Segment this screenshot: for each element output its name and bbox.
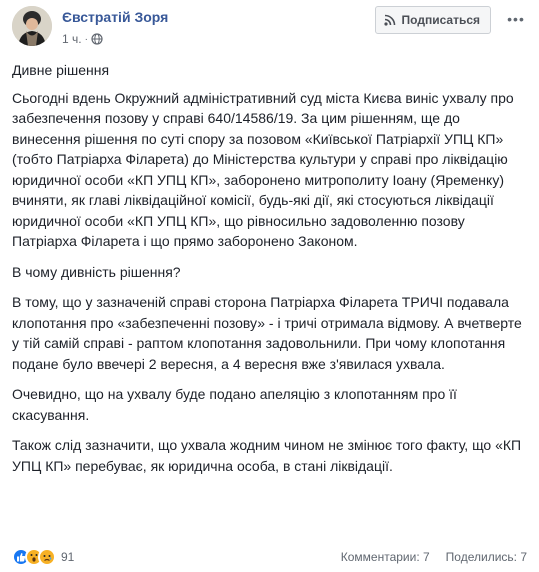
- rss-icon: [383, 14, 395, 26]
- post-paragraph: Очевидно, що на ухвалу буде подано апеля…: [12, 386, 457, 423]
- engagement-stats: Комментарии: 7 Поделились: 7: [341, 550, 527, 564]
- post-paragraph: В чому дивність рішення?: [12, 263, 181, 280]
- post-meta: 1 ч. ·: [62, 32, 103, 46]
- avatar[interactable]: [12, 6, 52, 46]
- subscribe-label: Подписаться: [401, 13, 480, 27]
- reactions-count[interactable]: 91: [61, 550, 74, 564]
- post-header: Євстратій Зоря 1 ч. · Подписаться •••: [12, 6, 527, 54]
- comments-count-link[interactable]: Комментарии: 7: [341, 550, 430, 564]
- post-footer: 91 Комментарии: 7 Поделились: 7: [12, 545, 527, 569]
- more-options-button[interactable]: •••: [505, 8, 527, 30]
- reactions-summary[interactable]: 91: [12, 548, 74, 566]
- shares-count-link[interactable]: Поделились: 7: [446, 550, 527, 564]
- subscribe-button[interactable]: Подписаться: [374, 6, 491, 34]
- globe-icon[interactable]: [91, 33, 103, 45]
- sad-icon: [38, 548, 56, 566]
- separator-dot: ·: [84, 33, 88, 45]
- post-body: Дивне рішення Сьогодні вдень Окружний ад…: [12, 60, 527, 486]
- post-time[interactable]: 1 ч.: [62, 32, 82, 46]
- post-paragraph: В тому, що у зазначеній справі сторона П…: [12, 294, 522, 372]
- post-paragraph: Також слід зазначити, що ухвала жодним ч…: [12, 437, 522, 474]
- post-title: Дивне рішення: [12, 62, 110, 78]
- author-name[interactable]: Євстратій Зоря: [62, 9, 168, 25]
- post-paragraph: Сьогодні вдень Окружний адміністративний…: [12, 89, 514, 250]
